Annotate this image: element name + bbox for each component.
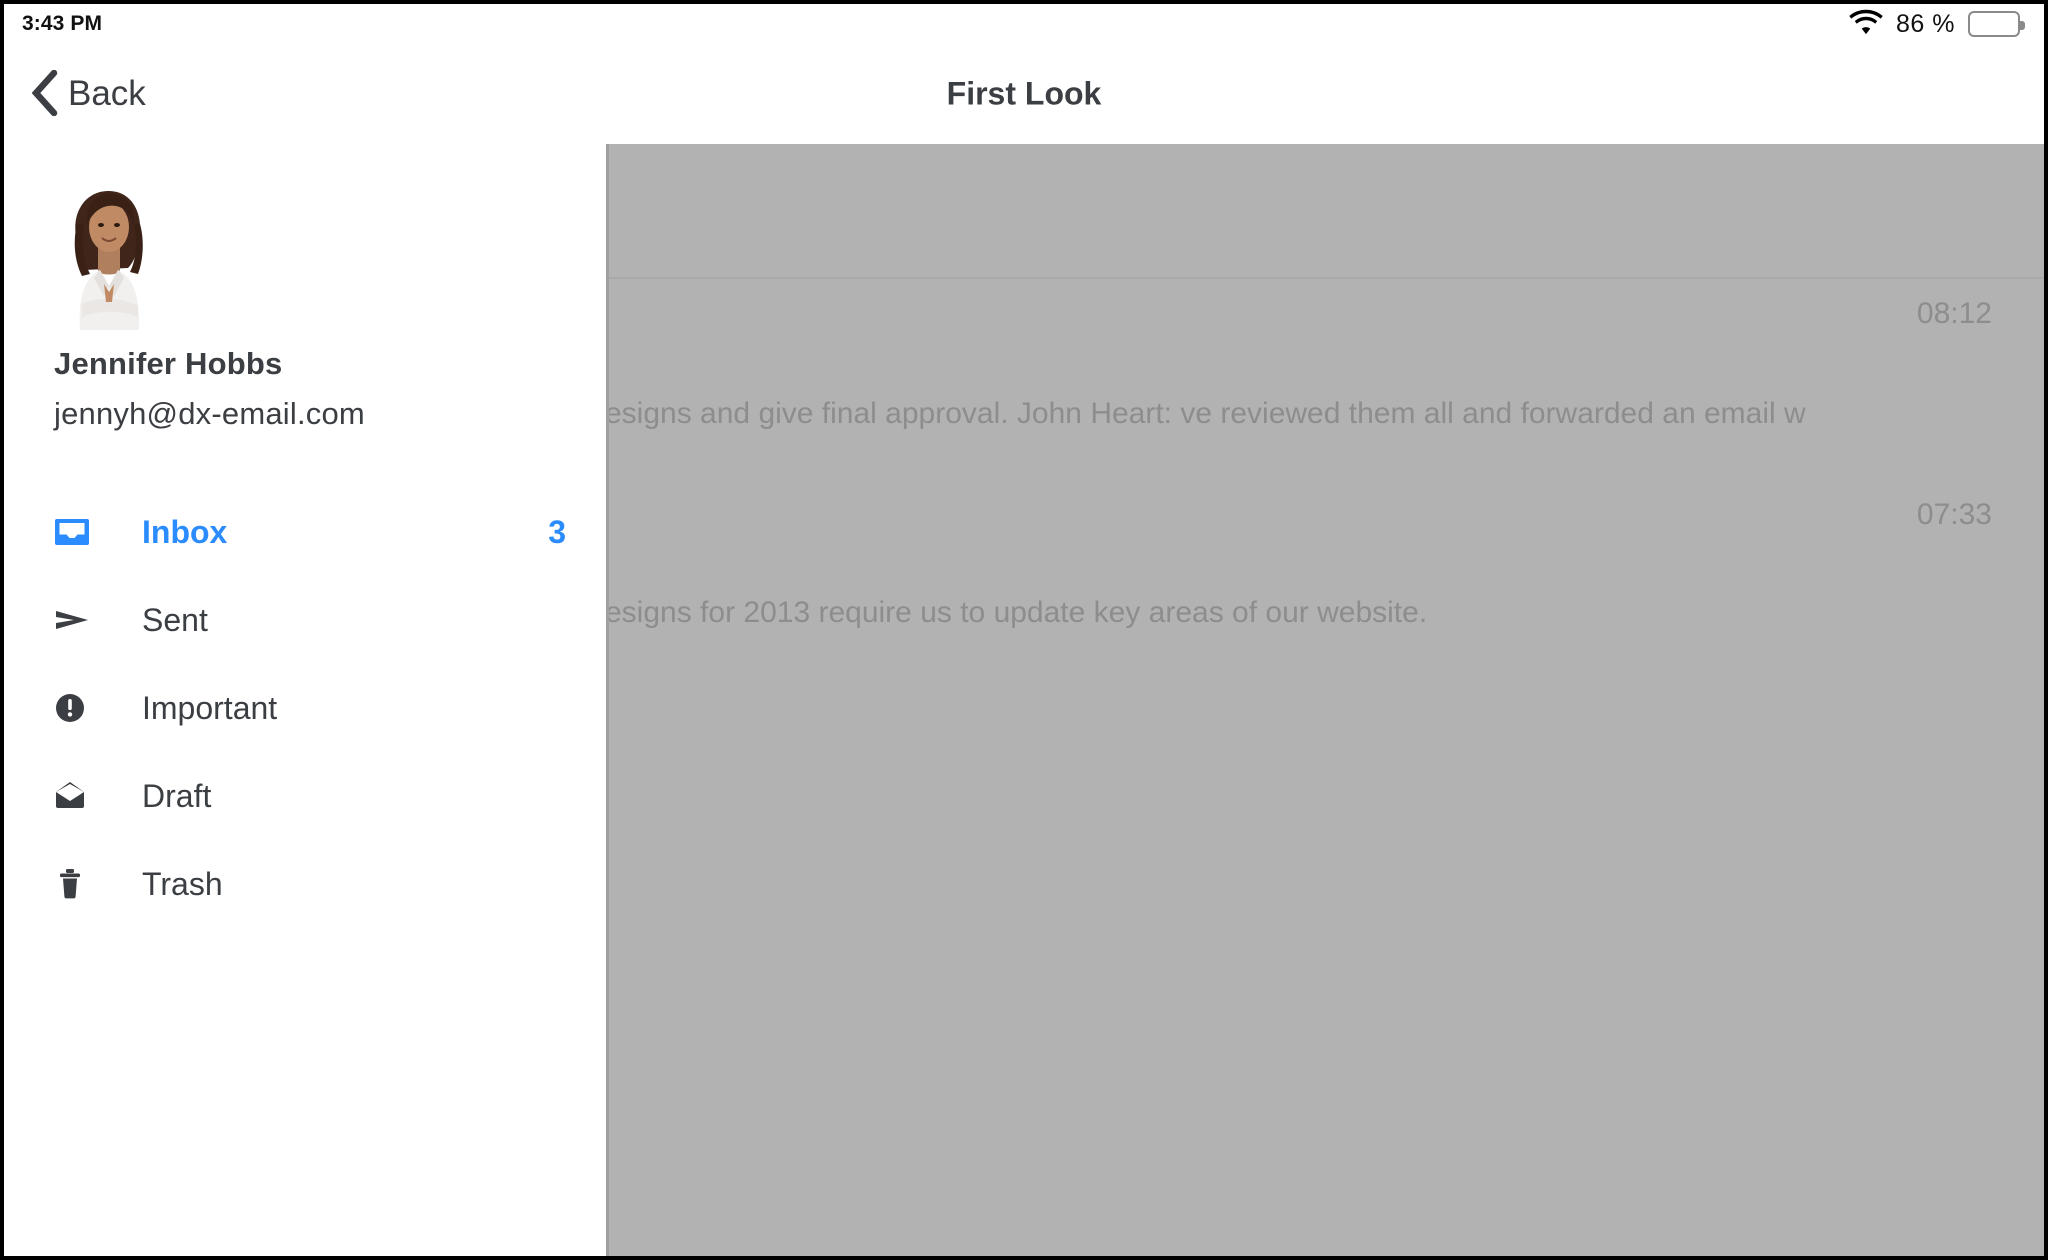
mail-snippet: esigns and give final approval. John Hea… bbox=[606, 397, 1806, 430]
sidebar-nav-list: Inbox 3 Sent Important Draft Trash bbox=[4, 488, 606, 928]
inbox-unread-badge: 3 bbox=[548, 513, 566, 550]
status-bar: 3:43 PM 86 % bbox=[4, 4, 2044, 44]
exclamation-circle-icon bbox=[54, 690, 98, 726]
profile-section: Jennifer Hobbs jennyh@dx-email.com bbox=[4, 180, 606, 432]
sidebar-item-important-label: Important bbox=[142, 689, 278, 726]
mail-list-header-row bbox=[609, 144, 2044, 279]
back-button-label: Back bbox=[68, 74, 146, 113]
inbox-icon bbox=[54, 514, 98, 550]
profile-name: Jennifer Hobbs bbox=[54, 346, 283, 381]
sidebar-item-inbox-label: Inbox bbox=[142, 513, 228, 550]
trash-icon bbox=[54, 866, 98, 902]
navigation-bar: Back First Look bbox=[4, 44, 2044, 144]
envelope-open-icon bbox=[54, 778, 98, 814]
page-title: First Look bbox=[946, 75, 1102, 112]
battery-icon bbox=[1968, 11, 2025, 37]
sidebar-item-trash[interactable]: Trash bbox=[4, 840, 606, 928]
sidebar-item-inbox[interactable]: Inbox 3 bbox=[4, 488, 606, 576]
chevron-left-icon bbox=[31, 69, 58, 119]
back-button[interactable]: Back bbox=[26, 66, 152, 123]
status-bar-indicators: 86 % bbox=[1849, 9, 2025, 40]
sidebar-item-draft-label: Draft bbox=[142, 777, 212, 814]
send-icon bbox=[54, 602, 98, 638]
battery-percentage: 86 % bbox=[1896, 9, 1955, 38]
sidebar-item-trash-label: Trash bbox=[142, 865, 223, 902]
sidebar-item-sent-label: Sent bbox=[142, 601, 208, 638]
sidebar: Jennifer Hobbs jennyh@dx-email.com Inbox… bbox=[4, 144, 606, 1256]
sidebar-item-sent[interactable]: Sent bbox=[4, 576, 606, 664]
wifi-icon bbox=[1849, 9, 1883, 40]
mail-list-item[interactable]: 07:33 esigns for 2013 require us to upda… bbox=[609, 484, 2044, 689]
status-bar-time: 3:43 PM bbox=[22, 12, 103, 35]
sidebar-item-draft[interactable]: Draft bbox=[4, 752, 606, 840]
app-window: 3:43 PM 86 % Back First Look Jennifer Ho… bbox=[0, 0, 2048, 1260]
sidebar-item-important[interactable]: Important bbox=[4, 664, 606, 752]
mail-list-dimmed-overlay[interactable]: 08:12 esigns and give final approval. Jo… bbox=[606, 144, 2044, 1256]
mail-snippet: esigns for 2013 require us to update key… bbox=[606, 596, 1428, 629]
avatar bbox=[54, 180, 160, 330]
mail-time: 07:33 bbox=[1916, 498, 1992, 531]
profile-email: jennyh@dx-email.com bbox=[54, 396, 365, 431]
mail-time: 08:12 bbox=[1916, 297, 1992, 330]
mail-list-item[interactable]: 08:12 esigns and give final approval. Jo… bbox=[609, 279, 2044, 484]
